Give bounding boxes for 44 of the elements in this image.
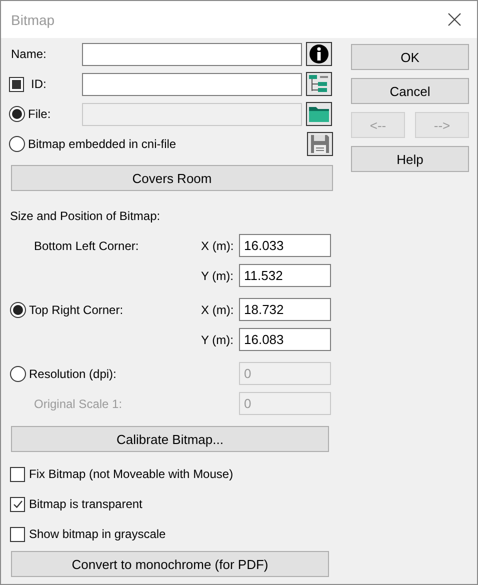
scale-label: Original Scale 1:: [34, 396, 122, 410]
checkbox[interactable]: [10, 496, 25, 512]
radio-label: Top Right Corner:: [29, 302, 124, 316]
checkbox-label: Bitmap is transparent: [29, 497, 142, 511]
checkbox-label: ID:: [31, 77, 46, 91]
dialog-button[interactable]: OK: [351, 44, 469, 70]
coordinate-field[interactable]: 16.033: [239, 234, 331, 257]
calibrate-button[interactable]: Calibrate Bitmap...: [11, 426, 329, 452]
window-title: Bitmap: [11, 12, 55, 28]
tree-icon: [308, 74, 330, 94]
close-icon[interactable]: [448, 13, 461, 26]
dialog-button[interactable]: Cancel: [351, 78, 469, 104]
coordinate-field[interactable]: 16.083: [239, 328, 331, 351]
checkbox[interactable]: [9, 76, 24, 92]
folder-button[interactable]: [306, 102, 332, 126]
checkbox[interactable]: [10, 466, 25, 482]
convert-button[interactable]: Convert to monochrome (for PDF): [11, 551, 329, 577]
coordinate-label: X (m):: [201, 238, 235, 252]
name-field[interactable]: [82, 42, 302, 66]
checkbox[interactable]: [10, 526, 25, 542]
folder-icon: [308, 105, 330, 123]
section-title: Size and Position of Bitmap:: [10, 209, 162, 223]
save-button[interactable]: [307, 132, 333, 156]
coordinate-field[interactable]: 11.532: [239, 264, 331, 287]
checkbox-label: Show bitmap in grayscale: [29, 527, 166, 541]
info-button[interactable]: [306, 42, 332, 66]
check-icon: [12, 498, 24, 510]
radio-button[interactable]: [10, 302, 26, 318]
radio-label: Resolution (dpi):: [29, 366, 116, 380]
checkbox-label: Fix Bitmap (not Moveable with Mouse): [29, 467, 234, 481]
id-field[interactable]: [82, 72, 302, 96]
covers-room-button[interactable]: Covers Room: [11, 165, 333, 191]
radio-label: File:: [28, 107, 51, 121]
coordinate-field[interactable]: 18.732: [239, 298, 331, 321]
tree-button[interactable]: [306, 72, 332, 96]
field-label: Name:: [10, 47, 48, 61]
radio-label: Bitmap embedded in cni-file: [28, 137, 176, 151]
info-icon: [309, 44, 329, 64]
coordinate-label: Y (m):: [201, 332, 234, 346]
coordinate-label: X (m):: [201, 302, 235, 316]
dialog-button[interactable]: Help: [351, 146, 469, 172]
radio-button[interactable]: [9, 136, 25, 152]
corner-label: Bottom Left Corner:: [34, 238, 139, 252]
coordinate-label: Y (m):: [201, 268, 234, 282]
